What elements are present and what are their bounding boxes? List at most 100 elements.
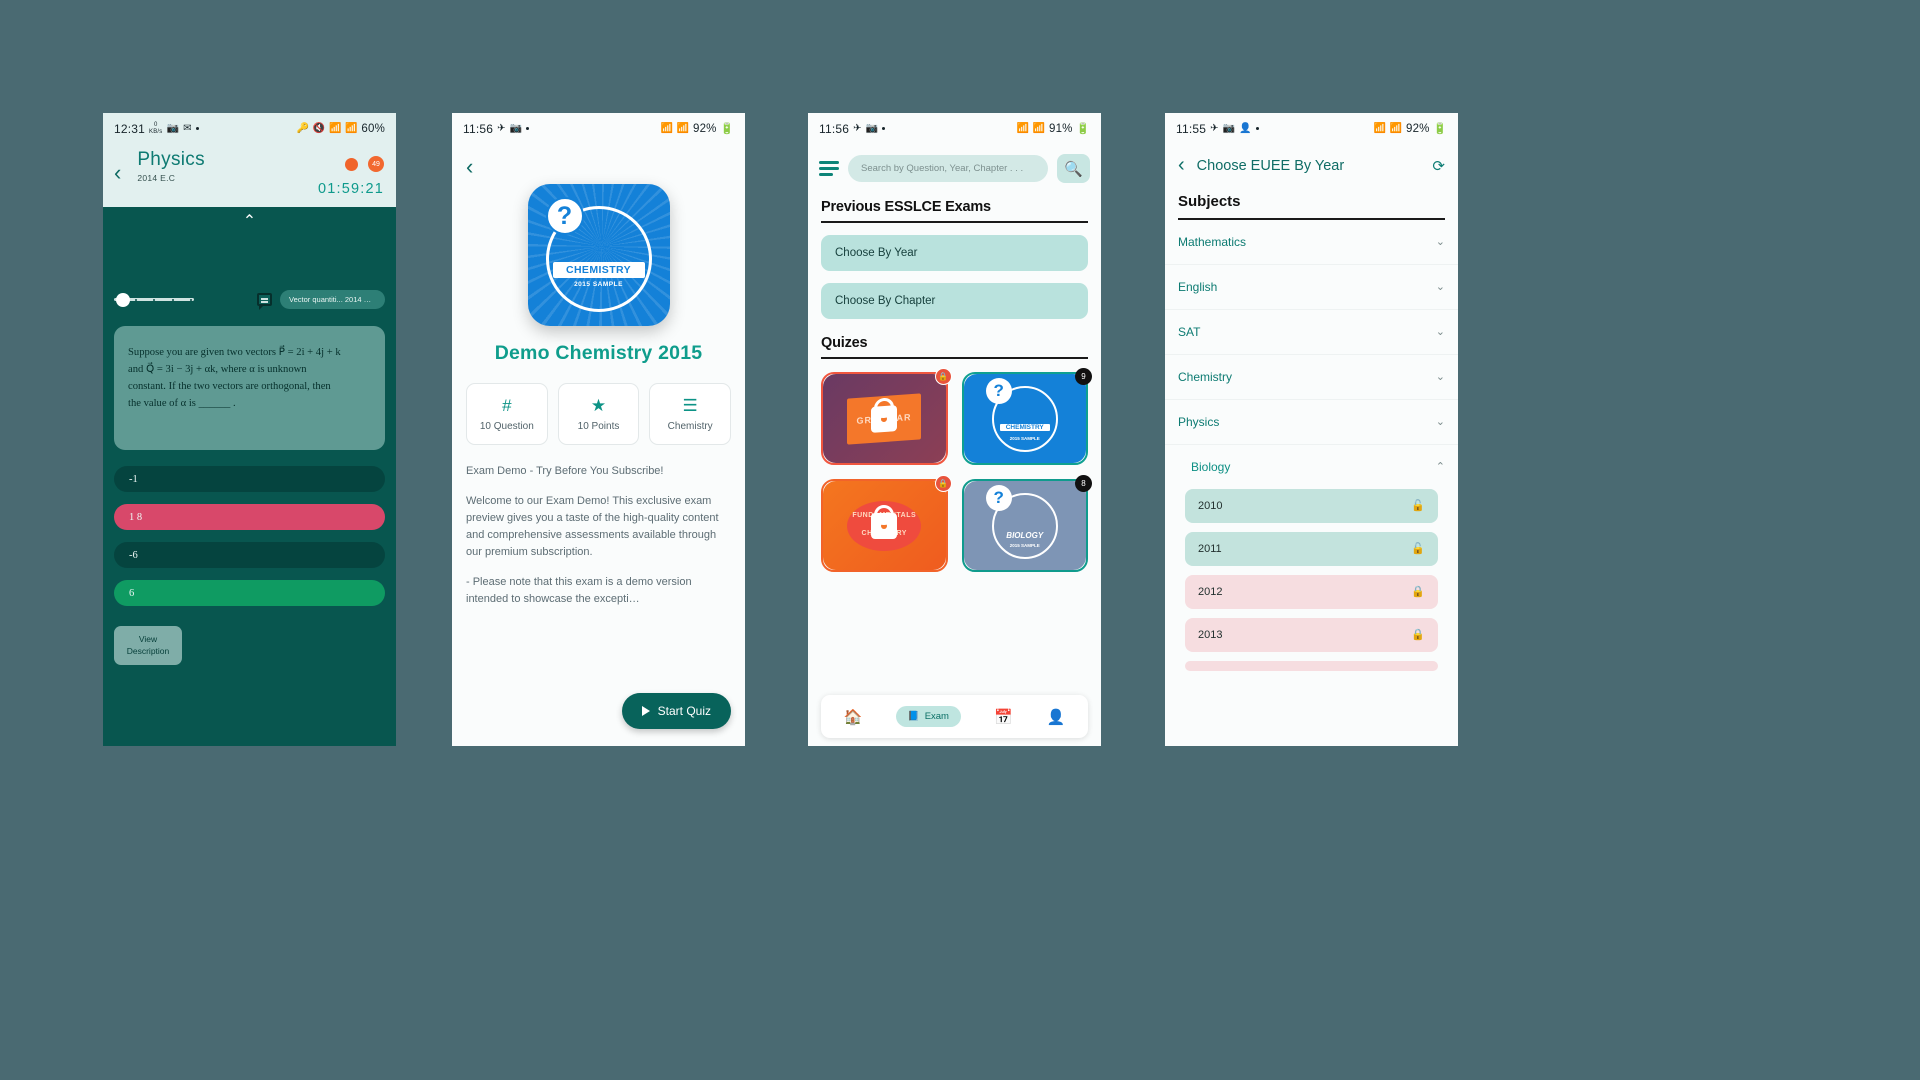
quiz-tile-fundamentals[interactable]: FUNDAMENTALSOFCHEMISTRY 🔒 (821, 475, 952, 572)
answer-option[interactable]: -1 (114, 466, 385, 492)
question-mark-icon: ? (545, 197, 584, 235)
page-title: Physics (137, 149, 205, 170)
more-notifications-dot (1256, 127, 1260, 130)
chevron-down-icon: ⌄ (1435, 281, 1445, 294)
year-row-2012[interactable]: 2012 🔒 (1185, 574, 1438, 609)
answer-option[interactable]: -6 (114, 542, 385, 568)
question-mark-icon: ? (985, 377, 1012, 404)
start-quiz-label: Start Quiz (657, 704, 711, 718)
stat-points: ★ 10 Points (557, 383, 640, 445)
back-button[interactable]: ‹ (114, 148, 121, 184)
search-icon[interactable]: 🔍 (1057, 154, 1090, 183)
year-label: 2012 (1198, 585, 1223, 598)
topic-chip[interactable]: Vector quantiti... 2014 E.C (280, 290, 385, 309)
comment-icon[interactable] (257, 293, 272, 310)
choose-by-chapter-button[interactable]: Choose By Chapter (821, 283, 1088, 319)
page-subtitle: 2014 E.C (137, 172, 176, 183)
lock-icon (871, 404, 898, 433)
tile-caption: CHEMISTRY (999, 423, 1050, 431)
search-input[interactable]: Search by Question, Year, Chapter . . . (848, 155, 1048, 182)
subject-label: Mathematics (1178, 234, 1247, 249)
subject-item-biology[interactable]: Biology ⌃ (1165, 445, 1458, 489)
tile-subcaption: 2015 SAMPLE (1009, 542, 1040, 548)
vpn-key-icon: 🔑 (296, 122, 310, 134)
telegram-icon: ✈ (497, 122, 506, 134)
back-button[interactable]: ‹ (452, 144, 745, 180)
chevron-down-icon: ⌄ (1435, 326, 1445, 339)
question-line-1: Suppose you are given two vectors P⃗ = 2… (128, 347, 341, 358)
year-row-partial[interactable] (1185, 660, 1438, 671)
year-row-2013[interactable]: 2013 🔒 (1185, 617, 1438, 652)
app-bar: ‹ Physics 2014 E.C 49 01:59:21 (103, 144, 396, 197)
question-card: Suppose you are given two vectors P⃗ = 2… (114, 326, 385, 450)
quiz-tile-chemistry[interactable]: ? CHEMISTRY 2015 SAMPLE 9 (961, 368, 1092, 465)
wifi-icon: 📶 (329, 122, 342, 134)
screenshot-canvas: 12:31 0 KB/s 📷 ✉ 🔑 🔇 📶 📶 60% ‹ Physics 2… (0, 0, 1920, 1080)
chemistry-logo-icon: ? CHEMISTRY 2015 SAMPLE (527, 184, 670, 326)
year-label: 2010 (1198, 499, 1223, 512)
photos-icon: 📷 (1222, 122, 1236, 134)
quiz-tile-biology[interactable]: ? BIOLOGY 2015 SAMPLE 8 (961, 475, 1092, 572)
description-paragraph-1: Welcome to our Exam Demo! This exclusive… (466, 495, 719, 559)
page-title: Choose EUEE By Year (1196, 157, 1345, 174)
status-bar: 11:55 ✈ 📷 👤 📶 📶 92% 🔋 (1165, 113, 1458, 144)
section-title: Previous ESSLCE Exams (821, 199, 991, 215)
home-icon: 🏠 (843, 708, 863, 726)
notification-badge[interactable]: 49 (368, 156, 384, 172)
progress-slider[interactable] (114, 292, 194, 308)
subject-item-mathematics[interactable]: Mathematics ⌄ (1165, 220, 1458, 265)
menu-icon[interactable] (819, 161, 839, 176)
tab-label: Exam (924, 711, 949, 722)
year-row-2010[interactable]: 2010 🔓 (1185, 488, 1438, 523)
subject-label: English (1178, 279, 1218, 294)
battery-icon: 🔋 (1076, 123, 1090, 135)
year-label: 2011 (1198, 542, 1222, 555)
back-button[interactable]: ‹ (1178, 154, 1185, 177)
tab-calendar[interactable]: 📅 (994, 708, 1013, 726)
choose-by-year-button[interactable]: Choose By Year (821, 235, 1088, 271)
biology-artwork: ? BIOLOGY 2015 SAMPLE (985, 484, 1058, 559)
brightness-icon[interactable] (345, 157, 358, 171)
stat-questions: # 10 Question (466, 383, 548, 445)
view-description-button[interactable]: View Description (114, 626, 182, 665)
account-icon: 👤 (1239, 122, 1253, 134)
subject-item-physics[interactable]: Physics ⌄ (1165, 400, 1458, 445)
tab-home[interactable]: 🏠 (844, 708, 863, 726)
quiz-tile-grammar[interactable]: GRAMMAR 🔒 (821, 368, 952, 465)
countdown-timer: 01:59:21 (317, 181, 384, 197)
status-time: 11:56 (819, 121, 850, 136)
quiz-count-badge: 8 (1075, 475, 1092, 492)
hash-icon: # (502, 396, 512, 415)
more-notifications-dot (195, 127, 199, 130)
signal-icon: 📶 (1389, 122, 1403, 134)
answer-option[interactable]: 1 8 (114, 504, 385, 530)
start-quiz-button[interactable]: Start Quiz (621, 693, 731, 729)
wifi-icon: 📶 (1016, 122, 1030, 134)
top-bar: Search by Question, Year, Chapter . . . … (808, 144, 1101, 183)
mute-icon: 🔇 (312, 122, 326, 134)
slider-knob[interactable] (116, 292, 130, 307)
tab-exam[interactable]: 📘 Exam (895, 706, 961, 727)
tab-profile[interactable]: 👤 (1047, 708, 1066, 726)
section-previous-exams: Previous ESSLCE Exams Choose By Year Cho… (808, 199, 1101, 319)
play-icon (641, 706, 650, 716)
unlock-icon: 🔓 (1411, 543, 1425, 556)
section-divider (821, 357, 1088, 359)
grammar-artwork: GRAMMAR (847, 392, 922, 445)
app-bar: ‹ Choose EUEE By Year ⟳ (1165, 144, 1458, 177)
exam-title: Demo Chemistry 2015 (494, 342, 703, 364)
question-line-3: constant. If the two vectors are orthogo… (128, 381, 331, 393)
lock-icon: 🔒 (1411, 629, 1425, 642)
answer-option[interactable]: 6 (114, 580, 385, 606)
phone-screen-quiz: 12:31 0 KB/s 📷 ✉ 🔑 🔇 📶 📶 60% ‹ Physics 2… (103, 113, 396, 746)
subject-item-sat[interactable]: SAT ⌄ (1165, 310, 1458, 355)
subject-item-chemistry[interactable]: Chemistry ⌄ (1165, 355, 1458, 400)
chevron-up-icon[interactable]: ⌃ (114, 207, 385, 230)
locked-badge-icon: 🔒 (934, 368, 952, 385)
subject-item-english[interactable]: English ⌄ (1165, 265, 1458, 310)
subject-label: SAT (1178, 324, 1201, 339)
refresh-icon[interactable]: ⟳ (1432, 157, 1445, 175)
year-row-2011[interactable]: 2011 🔓 (1185, 531, 1438, 566)
subject-label: Physics (1178, 414, 1220, 429)
subject-list: Mathematics ⌄ English ⌄ SAT ⌄ Chemistry … (1165, 220, 1458, 489)
